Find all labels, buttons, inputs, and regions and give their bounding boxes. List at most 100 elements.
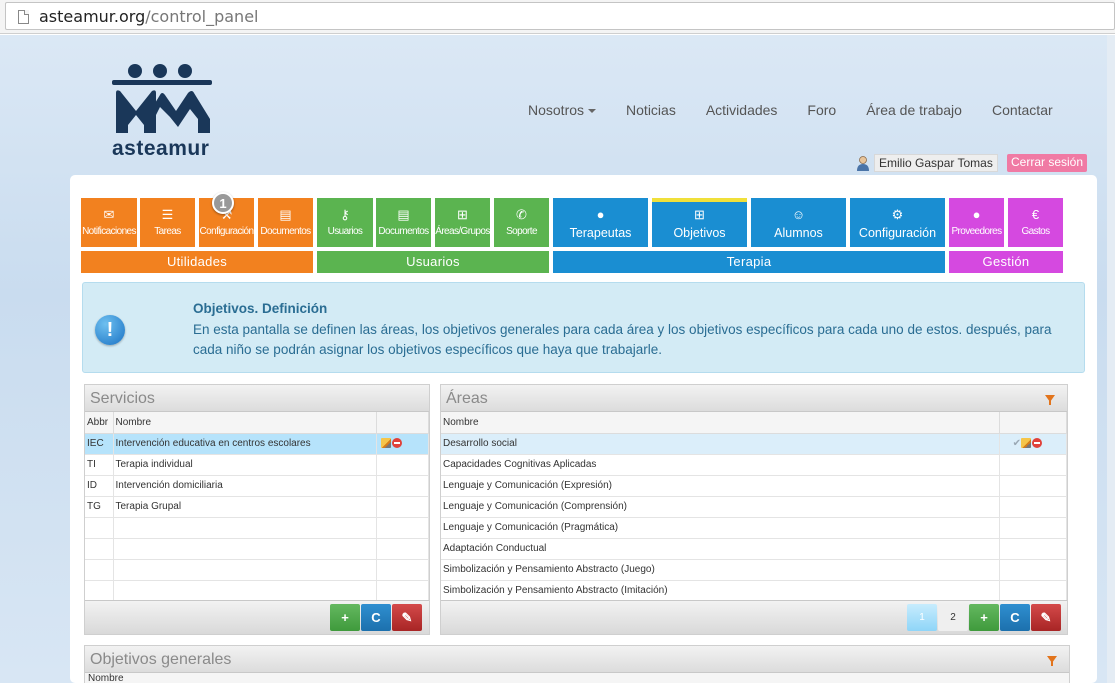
empty-row (85, 559, 429, 581)
key-icon: ⚷ (340, 207, 350, 222)
tile-areas-grupos[interactable]: ⊞ Áreas/Grupos (435, 198, 490, 247)
tile-label: Terapeutas (569, 226, 632, 240)
nav-contactar[interactable]: Contactar (992, 102, 1053, 118)
info-box: ! Objetivos. Definición En esta pantalla… (82, 282, 1085, 373)
row-actions (999, 517, 1067, 539)
address-bar[interactable]: asteamur.org/control_panel (5, 2, 1115, 30)
tile-gastos[interactable]: € Gastos (1008, 198, 1063, 247)
chat-icon: ✆ (516, 207, 527, 222)
table-row[interactable]: Simbolización y Pensamiento Abstracto (J… (441, 559, 1067, 581)
servicios-grid: Servicios Abbr Nombre IEC Intervención e… (84, 384, 430, 635)
tile-label: Notificaciones (82, 226, 136, 237)
add-button[interactable]: + (330, 604, 360, 631)
tile-notificaciones[interactable]: ✉ Notificaciones (81, 198, 137, 247)
tile-label: Alumnos (774, 226, 823, 240)
row-actions (376, 496, 429, 518)
cell-nombre: Terapia individual (113, 454, 377, 476)
areas-header: Áreas (441, 385, 1067, 412)
url-domain: asteamur.org (39, 7, 146, 26)
cell-nombre: Lenguaje y Comunicación (Comprensión) (441, 496, 1000, 518)
settings-button[interactable]: ✎ (1031, 604, 1061, 631)
tile-label: Configuración (199, 226, 255, 237)
tile-objetivos[interactable]: ⊞ Objetivos (652, 198, 747, 247)
table-row[interactable]: Lenguaje y Comunicación (Comprensión) (441, 496, 1067, 518)
settings-button[interactable]: ✎ (392, 604, 422, 631)
delete-icon[interactable] (1032, 438, 1042, 449)
cell-abbr: ID (85, 475, 114, 497)
row-actions (999, 538, 1067, 560)
cell-abbr: TI (85, 454, 114, 476)
servicios-table: Abbr Nombre IEC Intervención educativa e… (85, 412, 429, 602)
tile-configuracion-terapia[interactable]: ⚙ Configuración (850, 198, 945, 247)
row-actions (999, 496, 1067, 518)
column-header-actions (999, 412, 1067, 434)
tile-terapeutas[interactable]: ● Terapeutas (553, 198, 648, 247)
table-row[interactable]: Lenguaje y Comunicación (Pragmática) (441, 517, 1067, 539)
browser-toolbar: asteamur.org/control_panel (0, 0, 1115, 34)
table-row[interactable]: Lenguaje y Comunicación (Expresión) (441, 475, 1067, 497)
tile-label: Gastos (1021, 226, 1050, 237)
table-row[interactable]: Simbolización y Pensamiento Abstracto (I… (441, 580, 1067, 602)
tile-documentos[interactable]: ▤ Documentos (258, 198, 313, 247)
url-text[interactable]: asteamur.org/control_panel (39, 7, 258, 26)
table-row[interactable]: IEC Intervención educativa en centros es… (85, 433, 429, 455)
row-actions (376, 454, 429, 476)
table-header-row: Abbr Nombre (85, 412, 429, 434)
delete-icon[interactable] (392, 438, 403, 449)
table-row[interactable]: TI Terapia individual (85, 454, 429, 476)
cell-nombre: Lenguaje y Comunicación (Expresión) (441, 475, 1000, 497)
nav-actividades[interactable]: Actividades (706, 102, 778, 118)
cell-nombre: Lenguaje y Comunicación (Pragmática) (441, 517, 1000, 539)
group-utilidades: Utilidades (81, 251, 313, 273)
table-header-row: Nombre (441, 412, 1067, 434)
table-row[interactable]: Adaptación Conductual (441, 538, 1067, 560)
nav-area-de-trabajo[interactable]: Área de trabajo (866, 102, 962, 118)
empty-row (85, 517, 429, 539)
filter-icon[interactable] (1047, 656, 1057, 666)
edit-pencil-icon[interactable] (1021, 438, 1031, 449)
cell-nombre: Adaptación Conductual (441, 538, 1000, 560)
tile-documentos-usuarios[interactable]: ▤ Documentos (376, 198, 431, 247)
nav-foro[interactable]: Foro (807, 102, 836, 118)
column-header[interactable]: Nombre (441, 412, 1000, 434)
list-icon: ☰ (161, 207, 174, 222)
refresh-button[interactable]: C (1000, 604, 1030, 631)
table-row[interactable]: ID Intervención domiciliaria (85, 475, 429, 497)
tile-proveedores[interactable]: ● Proveedores (949, 198, 1004, 247)
page-2-button[interactable]: 2 (938, 604, 968, 631)
info-exclamation-icon: ! (95, 315, 125, 345)
cell-nombre: Simbolización y Pensamiento Abstracto (I… (441, 580, 1000, 602)
tile-tareas[interactable]: ☰ Tareas (140, 198, 195, 247)
cell-nombre: Desarrollo social (441, 433, 1000, 455)
row-actions (376, 475, 429, 497)
nav-label: Nosotros (528, 102, 585, 118)
refresh-button[interactable]: C (361, 604, 391, 631)
servicios-footer: + C ✎ (85, 600, 429, 634)
cell-abbr: IEC (85, 433, 114, 455)
column-header[interactable]: Abbr (85, 412, 114, 434)
nav-nosotros[interactable]: Nosotros (528, 102, 597, 118)
page-1-button[interactable]: 1 (907, 604, 937, 631)
tile-usuarios[interactable]: ⚷ Usuarios (317, 198, 373, 247)
column-header[interactable]: Nombre (85, 673, 1069, 683)
nav-noticias[interactable]: Noticias (626, 102, 676, 118)
scrollbar[interactable] (1107, 35, 1115, 683)
tile-label: Áreas/Grupos (435, 226, 490, 237)
user-name[interactable]: Emilio Gaspar Tomas (874, 154, 998, 172)
logout-button[interactable]: Cerrar sesión (1007, 154, 1088, 172)
document-icon: ▤ (279, 207, 292, 222)
add-button[interactable]: + (969, 604, 999, 631)
table-row[interactable]: Desarrollo social ✔ (441, 433, 1067, 455)
tile-alumnos[interactable]: ☺ Alumnos (751, 198, 846, 247)
group-usuarios: Usuarios (317, 251, 549, 273)
edit-pencil-icon[interactable] (381, 438, 392, 449)
sitemap-icon: ⊞ (694, 207, 705, 222)
check-icon[interactable]: ✔ (1013, 438, 1021, 449)
table-row[interactable]: Capacidades Cognitivas Aplicadas (441, 454, 1067, 476)
filter-icon[interactable] (1045, 395, 1055, 405)
empty-row (85, 538, 429, 560)
row-actions (999, 454, 1067, 476)
column-header[interactable]: Nombre (113, 412, 377, 434)
table-row[interactable]: TG Terapia Grupal (85, 496, 429, 518)
tile-soporte[interactable]: ✆ Soporte (494, 198, 549, 247)
